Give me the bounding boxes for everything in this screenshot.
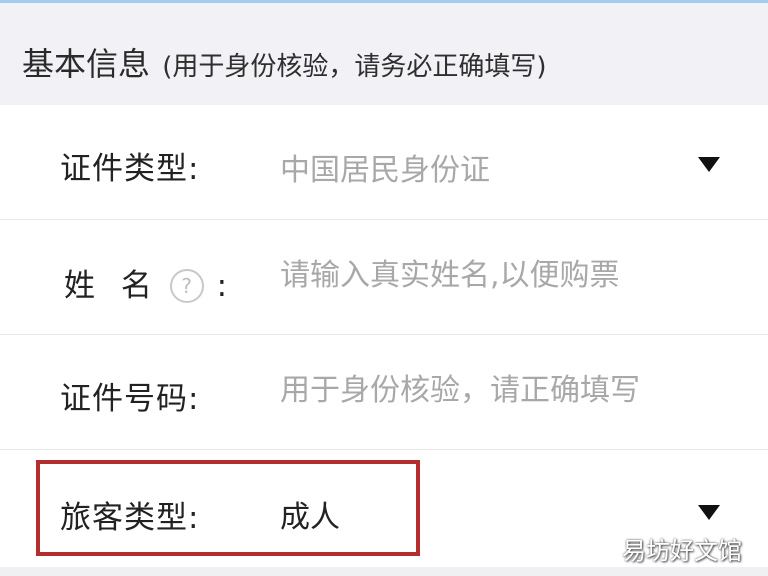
name-label-colon: : [216,268,229,304]
id-type-row[interactable]: 证件类型: 中国居民身份证 [0,105,768,220]
help-question-icon[interactable]: ? [169,269,204,303]
id-type-select-value[interactable]: 中国居民身份证 [280,145,680,189]
name-label-part1: 姓 [64,268,96,304]
passenger-info-page: 基本信息 (用于身份核验，请务必正确填写) 证件类型: 中国居民身份证 姓 名 … [0,0,768,576]
watermark-text: 易坊好文馆 [622,537,742,565]
name-label-part2: 名 [120,268,153,304]
section-hint-text: (用于身份核验，请务必正确填写) [162,52,547,82]
section-title: 基本信息 (用于身份核验，请务必正确填写) [22,39,546,85]
id-type-label: 证件类型: [60,151,200,187]
id-number-row: 证件号码: [0,335,768,450]
name-label: 姓 名 ? : [64,260,228,305]
id-number-input[interactable] [280,373,680,408]
dropdown-caret-icon[interactable] [698,157,720,172]
name-input[interactable] [280,258,680,293]
name-row: 姓 名 ? : [0,220,768,335]
basic-info-section-header: 基本信息 (用于身份核验，请务必正确填写) [0,3,768,105]
bottom-strip [0,567,768,576]
dropdown-caret-icon[interactable] [698,505,720,520]
section-title-text: 基本信息 [22,45,151,83]
highlight-annotation-box [36,460,420,556]
id-number-label: 证件号码: [60,381,200,417]
